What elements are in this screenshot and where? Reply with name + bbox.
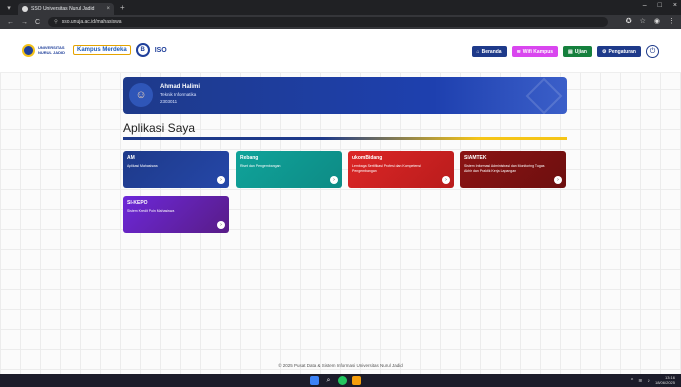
university-seal-icon (22, 43, 35, 57)
arrow-right-icon[interactable]: › (554, 176, 562, 184)
title-underline (123, 137, 567, 140)
wifi-status-icon[interactable]: ≋ (638, 378, 642, 384)
ujian-label: Ujian (574, 48, 587, 55)
address-bar[interactable]: ⚲ sso.unuja.ac.id/mahasiswa (48, 17, 609, 27)
start-menu-icon[interactable] (310, 376, 319, 385)
pengaturan-label: Pengaturan (608, 48, 636, 55)
os-taskbar: ⌕ ^ ≋ ♪ 13:16 18/06/2025 (0, 374, 681, 387)
volume-icon[interactable]: ♪ (647, 378, 650, 384)
app-card-rebang[interactable]: Rebang Riset dan Pengembangan › (236, 151, 342, 188)
app-card-title: ukomBidang (352, 155, 383, 161)
header-nav: ⌂ Beranda ≋ Wifi Kampus ▤ Ujian ⚙ Pengat… (471, 45, 659, 58)
app-card-ukombidang[interactable]: ukomBidang Lembaga Sertifikasi Profesi d… (348, 151, 454, 188)
iso-logo: ISO (154, 46, 167, 54)
profile-banner: ☺ Ahmad Halimi Teknik Informatika 230301… (123, 77, 567, 114)
university-logo-text: UNIVERSITAS NURUL JADID (38, 45, 66, 55)
app-card-title: AM (127, 155, 135, 161)
profile-prodi: Teknik Informatika (160, 92, 197, 97)
banner-decoration (525, 77, 563, 114)
logout-icon[interactable]: ⏻ (646, 45, 659, 58)
url-text: sso.unuja.ac.id/mahasiswa (61, 19, 122, 25)
browser-tab-bar: ▾ SSO Universitas Nurul Jadid × + – □ × (0, 0, 681, 15)
app-card-am[interactable]: AM Aplikasi Mahasiswa › (123, 151, 229, 188)
clock-date: 18/06/2025 (654, 379, 675, 385)
wifi-kampus-label: Wifi Kampus (522, 48, 554, 55)
app-card-desc: Sistem Kredit Poin Mahasiswa (127, 209, 175, 213)
browser-extension-icons: ✪ ☆ ◉ ⋮ (626, 17, 675, 25)
arrow-right-icon[interactable]: › (442, 176, 450, 184)
chrome-icon[interactable] (338, 376, 347, 385)
page-content: UNIVERSITAS NURUL JADID Kampus Merdeka B… (0, 29, 681, 374)
site-header: UNIVERSITAS NURUL JADID Kampus Merdeka B… (0, 29, 681, 73)
forward-button[interactable]: → (21, 19, 28, 26)
exam-icon: ▤ (568, 48, 573, 55)
clock[interactable]: 13:16 18/06/2025 (654, 375, 675, 385)
taskbar-apps: ⌕ (310, 376, 361, 385)
arrow-right-icon[interactable]: › (330, 176, 338, 184)
pengaturan-button[interactable]: ⚙ Pengaturan (597, 46, 641, 57)
app-card-desc: Sistem Informasi Administrasi dan Monito… (464, 164, 545, 173)
app-card-title: SIAMTEK (464, 155, 487, 161)
new-tab-button[interactable]: + (120, 3, 125, 12)
kampus-merdeka-logo: Kampus Merdeka (73, 45, 131, 55)
app-card-siamtek[interactable]: SIAMTEK Sistem Informasi Administrasi da… (460, 151, 566, 188)
arrow-right-icon[interactable]: › (217, 176, 225, 184)
app-card-title: Rebang (240, 155, 259, 161)
browser-tab-title: SSO Universitas Nurul Jadid (31, 6, 95, 12)
beranda-label: Beranda (481, 48, 502, 55)
browser-tab[interactable]: SSO Universitas Nurul Jadid × (18, 3, 114, 15)
ujian-button[interactable]: ▤ Ujian (563, 46, 592, 57)
extension-icon[interactable]: ✪ (626, 17, 632, 25)
bookmark-star-icon[interactable]: ☆ (640, 17, 646, 25)
profile-nim: 2303011 (160, 99, 178, 104)
app-card-desc: Lembaga Sertifikasi Profesi dan Kompeten… (352, 164, 421, 173)
app-card-title: SI-KEPO (127, 200, 148, 206)
home-icon: ⌂ (476, 48, 480, 55)
wifi-kampus-button[interactable]: ≋ Wifi Kampus (511, 46, 559, 57)
arrow-right-icon[interactable]: › (217, 221, 225, 229)
file-explorer-icon[interactable] (352, 376, 361, 385)
beranda-button[interactable]: ⌂ Beranda (471, 46, 507, 57)
avatar: ☺ (129, 83, 153, 107)
tray-chevron-icon[interactable]: ^ (631, 378, 633, 384)
window-close-button[interactable]: × (673, 2, 677, 9)
browser-menu-icon[interactable]: ▾ (4, 3, 14, 13)
accreditation-logo: B (135, 43, 150, 57)
tab-close-icon[interactable]: × (106, 6, 110, 12)
profile-name: Ahmad Halimi (160, 84, 201, 90)
logo-group: UNIVERSITAS NURUL JADID Kampus Merdeka B… (22, 43, 167, 57)
site-info-icon[interactable]: ⚲ (54, 19, 58, 25)
favicon-icon (22, 6, 28, 12)
university-logo[interactable]: UNIVERSITAS NURUL JADID (22, 43, 68, 57)
search-icon[interactable]: ⌕ (324, 376, 333, 385)
window-controls: – □ × (643, 2, 677, 9)
app-card-desc: Aplikasi Mahasiswa (127, 164, 158, 168)
system-tray: ^ ≋ ♪ 13:16 18/06/2025 (631, 375, 675, 385)
reload-button[interactable]: C (35, 19, 40, 26)
browser-toolbar: ← → C ⚲ sso.unuja.ac.id/mahasiswa ✪ ☆ ◉ … (0, 15, 681, 29)
footer-text: © 2025 Pusat Data & Sistem Informasi Uni… (278, 363, 403, 368)
page-title: Aplikasi Saya (123, 121, 196, 135)
minimize-button[interactable]: – (643, 2, 647, 9)
profile-icon[interactable]: ◉ (654, 17, 660, 25)
back-button[interactable]: ← (7, 19, 14, 26)
app-card-si-kepo[interactable]: SI-KEPO Sistem Kredit Poin Mahasiswa › (123, 196, 229, 233)
browser-menu-dots-icon[interactable]: ⋮ (668, 17, 675, 25)
gear-icon: ⚙ (602, 48, 607, 55)
wifi-icon: ≋ (516, 48, 521, 55)
maximize-button[interactable]: □ (658, 2, 662, 9)
app-card-desc: Riset dan Pengembangan (240, 164, 281, 168)
